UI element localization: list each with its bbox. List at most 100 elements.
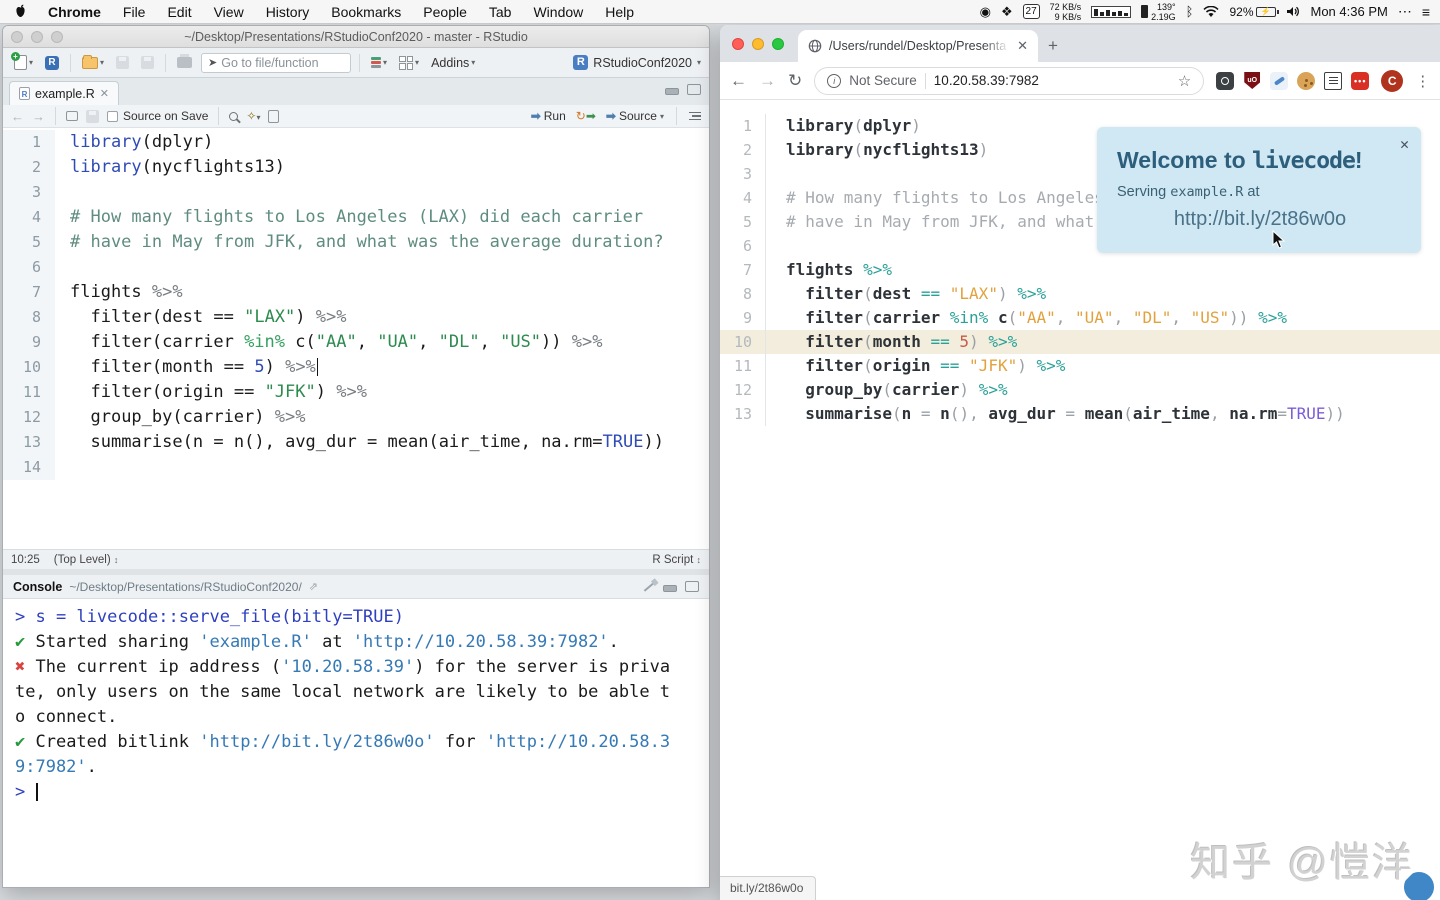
record-icon[interactable]: ◉ bbox=[980, 4, 991, 20]
menu-item-chrome[interactable]: Chrome bbox=[37, 0, 112, 24]
tab-example-r[interactable]: example.R ✕ bbox=[9, 81, 119, 105]
menu-item-view[interactable]: View bbox=[203, 0, 255, 24]
editor-line-2[interactable]: 2 library(nycflights13) bbox=[3, 155, 709, 180]
popout-icon[interactable] bbox=[66, 111, 78, 121]
editor-line-6[interactable]: 6 bbox=[3, 255, 709, 280]
zoom-window-button[interactable] bbox=[772, 38, 784, 50]
save-all-button[interactable] bbox=[138, 54, 157, 71]
blue-extension-icon[interactable] bbox=[1270, 71, 1289, 90]
browser-tab[interactable]: /Users/rundel/Desktop/Presenta ✕ bbox=[798, 30, 1038, 62]
editor-line-3[interactable]: 3 bbox=[3, 180, 709, 205]
project-menu-button[interactable]: R RStudioConf2020 ▾ bbox=[573, 55, 701, 70]
find-replace-icon[interactable] bbox=[229, 111, 239, 121]
editor-line-9[interactable]: 9 filter(carrier %in% c("AA", "UA", "DL"… bbox=[3, 330, 709, 355]
rstudio-titlebar[interactable]: ~/Desktop/Presentations/RStudioConf2020 … bbox=[3, 26, 709, 48]
git-menu-button[interactable]: ▾ bbox=[368, 55, 390, 70]
scope-selector[interactable]: (Top Level) ↕ bbox=[54, 554, 119, 566]
run-button[interactable]: ➡ Run bbox=[531, 109, 566, 123]
wifi-icon[interactable] bbox=[1203, 5, 1220, 18]
menu-item-bookmarks[interactable]: Bookmarks bbox=[320, 0, 412, 24]
news-extension-icon[interactable] bbox=[1324, 71, 1343, 90]
rerun-icon[interactable]: ↻➡ bbox=[576, 109, 596, 123]
menu-clock[interactable]: Mon 4:36 PM bbox=[1311, 4, 1388, 19]
console-maximize-icon[interactable] bbox=[685, 581, 699, 592]
console-pane-buttons[interactable] bbox=[643, 581, 699, 592]
url-text[interactable]: 10.20.58.39:7982 bbox=[934, 73, 1039, 88]
goto-file-function-input[interactable]: ➤ Go to file/function bbox=[201, 52, 352, 73]
new-tab-button[interactable]: + bbox=[1048, 36, 1058, 56]
red-extension-icon[interactable]: ••• bbox=[1351, 71, 1370, 90]
editor-line-8[interactable]: 8 filter(dest == "LAX") %>% bbox=[3, 305, 709, 330]
goto-directory-icon[interactable]: ⇗ bbox=[309, 580, 318, 593]
new-file-button[interactable]: + ▾ bbox=[11, 52, 36, 72]
profile-avatar[interactable]: C bbox=[1381, 69, 1404, 92]
back-button[interactable]: ← bbox=[730, 71, 747, 91]
volume-icon[interactable] bbox=[1286, 5, 1301, 18]
popup-bitly-link[interactable]: http://bit.ly/2t86w0o bbox=[1117, 208, 1403, 231]
battery-widget[interactable]: 92% ⚡ bbox=[1229, 5, 1279, 19]
editor-line-11[interactable]: 11 filter(origin == "JFK") %>% bbox=[3, 380, 709, 405]
code-editor[interactable]: 1 library(dplyr) 2 library(nycflights13) 3 4 #… bbox=[3, 128, 709, 549]
menu-item-file[interactable]: File bbox=[112, 0, 157, 24]
ublock-extension-icon[interactable]: uO bbox=[1243, 72, 1261, 90]
file-type-selector[interactable]: R Script ↕ bbox=[652, 554, 701, 566]
menu-item-window[interactable]: Window bbox=[522, 0, 594, 24]
editor-line-5[interactable]: 5 # have in May from JFK, and what was th… bbox=[3, 230, 709, 255]
editor-line-4[interactable]: 4 # How many flights to Los Angeles (LAX)… bbox=[3, 205, 709, 230]
addins-button[interactable]: Addins ▾ bbox=[428, 54, 478, 72]
editor-line-14[interactable]: 14 bbox=[3, 455, 709, 480]
maximize-pane-icon[interactable] bbox=[687, 84, 701, 95]
panes-layout-button[interactable]: ▾ bbox=[396, 54, 422, 72]
console-header[interactable]: Console ~/Desktop/Presentations/RStudioC… bbox=[3, 575, 709, 599]
chrome-traffic-lights[interactable] bbox=[732, 38, 784, 50]
source-button[interactable]: ➡ Source ▾ bbox=[606, 109, 664, 123]
editor-line-1[interactable]: 1 library(dplyr) bbox=[3, 130, 709, 155]
compile-report-icon[interactable] bbox=[268, 109, 280, 123]
menu-item-edit[interactable]: Edit bbox=[156, 0, 202, 24]
minimize-window-button[interactable] bbox=[752, 38, 764, 50]
editor-line-10[interactable]: 10 filter(month == 5) %>% bbox=[3, 355, 709, 380]
print-button[interactable] bbox=[174, 54, 195, 70]
save-button[interactable] bbox=[113, 54, 132, 71]
minimize-pane-icon[interactable] bbox=[665, 88, 679, 95]
apple-menu[interactable] bbox=[0, 4, 37, 19]
close-window-button[interactable] bbox=[732, 38, 744, 50]
menu-item-history[interactable]: History bbox=[255, 0, 321, 24]
menu-item-help[interactable]: Help bbox=[594, 0, 645, 24]
tab-close-icon[interactable]: ✕ bbox=[1017, 38, 1028, 54]
tab-close-icon[interactable]: ✕ bbox=[100, 87, 109, 100]
editor-line-13[interactable]: 13 summarise(n = n(), avg_dur = mean(air… bbox=[3, 430, 709, 455]
document-outline-icon[interactable] bbox=[689, 111, 701, 121]
clear-console-icon[interactable] bbox=[643, 581, 655, 592]
console-output[interactable]: > s = livecode::serve_file(bitly=TRUE) ✔ … bbox=[3, 599, 709, 887]
forward-button[interactable]: → bbox=[759, 71, 776, 91]
reload-button[interactable]: ↻ bbox=[788, 71, 802, 91]
cookie-extension-icon[interactable] bbox=[1297, 71, 1316, 90]
back-nav-icon[interactable]: ← bbox=[11, 109, 24, 124]
bookmark-star-icon[interactable]: ☆ bbox=[1178, 72, 1191, 90]
editor-line-7[interactable]: 7 flights %>% bbox=[3, 280, 709, 305]
notification-center-icon[interactable]: ≡ bbox=[1422, 4, 1430, 20]
popup-close-icon[interactable]: ✕ bbox=[1400, 135, 1409, 153]
source-pane-window-buttons[interactable] bbox=[665, 84, 701, 95]
more-icon[interactable]: ⋯ bbox=[1398, 3, 1412, 20]
editor-line-12[interactable]: 12 group_by(carrier) %>% bbox=[3, 405, 709, 430]
editor-save-icon[interactable] bbox=[86, 109, 99, 123]
menu-item-tab[interactable]: Tab bbox=[478, 0, 523, 24]
console-minimize-icon[interactable] bbox=[663, 585, 677, 592]
code-tools-icon[interactable]: ✧▾ bbox=[246, 109, 260, 123]
chrome-menu-icon[interactable]: ⋮ bbox=[1415, 72, 1430, 90]
forward-nav-icon[interactable]: → bbox=[32, 109, 45, 124]
calendar-icon[interactable]: 27 bbox=[1022, 4, 1040, 19]
source-on-save-checkbox[interactable] bbox=[107, 110, 118, 122]
address-bar[interactable]: i Not Secure 10.20.58.39:7982 ☆ bbox=[814, 66, 1205, 95]
bluetooth-icon[interactable]: ᛒ bbox=[1186, 4, 1194, 19]
open-file-button[interactable]: ▾ bbox=[79, 54, 107, 71]
source-on-save-toggle[interactable]: Source on Save bbox=[107, 109, 208, 123]
network-graph-icon[interactable] bbox=[1091, 5, 1132, 18]
page-info-icon[interactable]: i bbox=[827, 73, 842, 88]
menu-item-people[interactable]: People bbox=[412, 0, 478, 24]
dropbox-icon[interactable]: ❖ bbox=[1001, 4, 1013, 20]
lighthouse-extension-icon[interactable] bbox=[1216, 71, 1235, 90]
new-project-button[interactable]: R bbox=[42, 54, 62, 72]
